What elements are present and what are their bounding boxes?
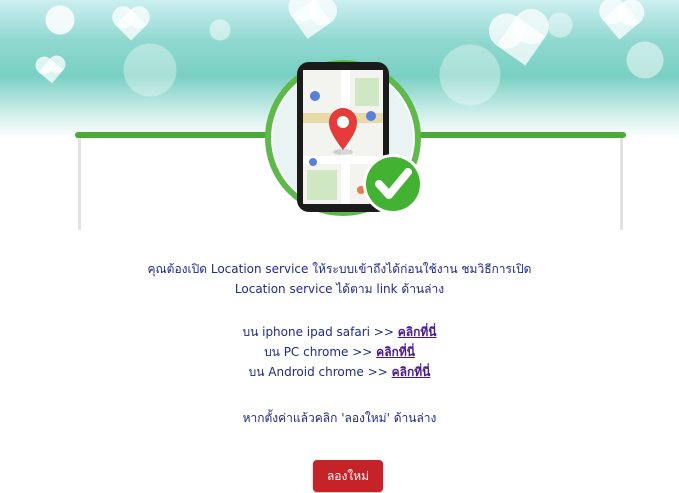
- message-line-2: Location service ได้ตาม link ด้านล่าง: [234, 282, 445, 296]
- retry-hint: หากตั้งค่าแล้วคลิก 'ลองใหม่' ด้านล่าง: [242, 411, 437, 425]
- instructions-list: บน iphone ipad safari >> คลิกที่นี่ บน P…: [0, 322, 679, 382]
- heart-decoration: [496, 16, 546, 66]
- instruction-label: บน Android chrome >>: [248, 365, 388, 379]
- instruction-label: บน iphone ipad safari >>: [242, 325, 394, 339]
- retry-button[interactable]: ลองใหม่: [313, 460, 383, 492]
- heart-decoration: [291, 0, 331, 39]
- heart-decoration: [115, 9, 147, 41]
- location-check-icon: [265, 60, 423, 216]
- location-message: คุณต้องเปิด Location service ให้ระบบเข้า…: [0, 259, 679, 299]
- heart-decoration: [602, 2, 640, 40]
- pc-instructions-link[interactable]: คลิกที่นี่: [376, 345, 415, 359]
- instruction-android: บน Android chrome >> คลิกที่นี่: [0, 362, 679, 382]
- instruction-pc: บน PC chrome >> คลิกที่นี่: [0, 342, 679, 362]
- instruction-iphone: บน iphone ipad safari >> คลิกที่นี่: [0, 322, 679, 342]
- iphone-instructions-link[interactable]: คลิกที่นี่: [398, 325, 437, 339]
- android-instructions-link[interactable]: คลิกที่นี่: [392, 365, 431, 379]
- heart-decoration: [38, 58, 64, 84]
- message-line-1: คุณต้องเปิด Location service ให้ระบบเข้า…: [147, 262, 532, 276]
- instruction-label: บน PC chrome >>: [264, 345, 373, 359]
